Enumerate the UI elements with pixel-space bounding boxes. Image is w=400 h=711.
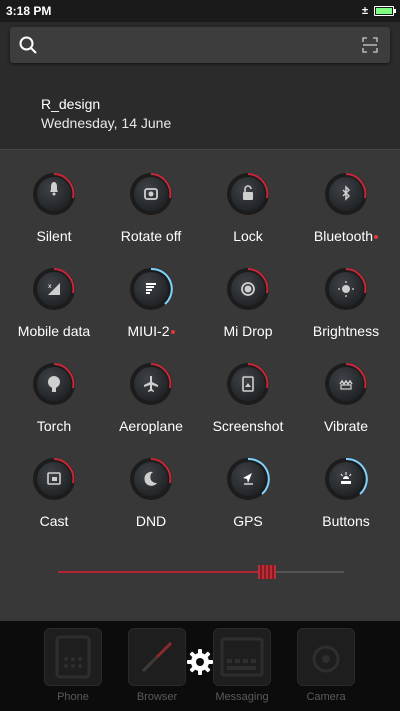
toggle-mobile-data[interactable]: x Mobile data: [4, 260, 104, 355]
notification-header: R_design Wednesday, 14 June: [0, 22, 400, 149]
toggle-label: GPS: [233, 513, 263, 529]
toggle-knob[interactable]: [129, 457, 173, 501]
dock-app-label: Browser: [136, 691, 178, 703]
toggle-knob[interactable]: [226, 172, 270, 216]
toggle-aeroplane[interactable]: Aeroplane: [101, 355, 201, 450]
toggle-knob[interactable]: [226, 457, 270, 501]
toggle-knob[interactable]: [226, 267, 270, 311]
toggle-label-text: MIUI-2: [127, 323, 170, 339]
toggle-vibrate[interactable]: Vibrate: [296, 355, 396, 450]
search-bar[interactable]: [10, 27, 390, 63]
toggle-label-text: Bluetooth: [313, 228, 374, 244]
dock-app-label: Phone: [57, 691, 89, 703]
dock-app-browser[interactable]: Browser: [122, 628, 192, 708]
toggle-torch[interactable]: Torch: [4, 355, 104, 450]
toggle-knob[interactable]: [32, 457, 76, 501]
toggle-label: Aeroplane: [119, 418, 183, 434]
status-bar: 3:18 PM ±: [0, 0, 400, 22]
notification-dot: [170, 330, 175, 335]
scan-icon[interactable]: [362, 37, 378, 53]
toggle-label-text: Mi Drop: [223, 323, 273, 339]
quick-settings-panel: Silent Rotate off Lock Bluetooth x Mobil…: [0, 149, 400, 622]
current-date: Wednesday, 14 June: [41, 115, 172, 131]
battery-icon: [374, 6, 396, 16]
toggle-label: Screenshot: [213, 418, 284, 434]
brightness-slider[interactable]: [58, 565, 344, 579]
toggle-label: Mi Drop: [223, 323, 272, 339]
toggle-silent[interactable]: Silent: [4, 165, 104, 260]
toggle-label: Bluetooth: [313, 228, 379, 244]
camera-icon[interactable]: [297, 628, 355, 686]
toggle-label-text: Torch: [36, 418, 72, 434]
toggle-gps[interactable]: GPS: [198, 450, 298, 545]
toggle-label-text: Mobile data: [17, 323, 91, 339]
toggle-mi-drop[interactable]: Mi Drop: [198, 260, 298, 355]
gear-icon[interactable]: [186, 648, 214, 676]
toggle-knob[interactable]: [226, 362, 270, 406]
toggle-rotate-off[interactable]: Rotate off: [101, 165, 201, 260]
toggle-label-text: Brightness: [312, 323, 380, 339]
toggle-screenshot[interactable]: Screenshot: [198, 355, 298, 450]
toggle-label-text: GPS: [233, 513, 263, 529]
dock-app-label: Messaging: [215, 691, 269, 703]
toggle-label-text: DND: [135, 513, 167, 529]
toggle-knob[interactable]: [129, 362, 173, 406]
toggle-knob[interactable]: [129, 172, 173, 216]
compass-icon[interactable]: [128, 628, 186, 686]
toggle-brightness[interactable]: Brightness: [296, 260, 396, 355]
toggle-label-text: Cast: [39, 513, 69, 529]
dock-app-camera[interactable]: Camera: [291, 628, 361, 708]
data-transfer-icon: ±: [361, 5, 368, 17]
toggle-label-text: Rotate off: [120, 228, 182, 244]
toggle-knob[interactable]: [32, 172, 76, 216]
slider-fill: [58, 571, 267, 573]
toggle-label: MIUI-2: [128, 323, 175, 339]
toggle-bluetooth[interactable]: Bluetooth: [296, 165, 396, 260]
toggle-label: DND: [136, 513, 166, 529]
toggle-label: Vibrate: [324, 418, 368, 434]
toggle-label: Cast: [40, 513, 69, 529]
dock-app-messaging[interactable]: Messaging: [207, 628, 277, 708]
toggle-lock[interactable]: Lock: [198, 165, 298, 260]
keyboard-icon[interactable]: [213, 628, 271, 686]
toggle-knob[interactable]: [324, 267, 368, 311]
phone-icon[interactable]: [44, 628, 102, 686]
svg-text:x: x: [48, 283, 52, 290]
toggle-label: Torch: [37, 418, 71, 434]
toggle-knob[interactable]: [324, 172, 368, 216]
status-time: 3:18 PM: [6, 4, 52, 18]
search-input[interactable]: [46, 33, 350, 59]
dock-app-label: Camera: [306, 691, 346, 703]
toggle-label-text: Aeroplane: [119, 418, 183, 434]
toggle-knob[interactable]: [129, 267, 173, 311]
toggle-cast[interactable]: Cast: [4, 450, 104, 545]
toggle-knob[interactable]: [324, 457, 368, 501]
notification-dot: [374, 235, 379, 240]
toggle-label: Rotate off: [121, 228, 181, 244]
toggle-label-text: Screenshot: [212, 418, 284, 434]
toggle-knob[interactable]: x: [32, 267, 76, 311]
toggle-dnd[interactable]: DND: [101, 450, 201, 545]
toggle-miui-2[interactable]: MIUI-2: [101, 260, 201, 355]
status-icons: ±: [361, 5, 396, 17]
toggle-label-text: Lock: [233, 228, 263, 244]
toggle-label: Buttons: [322, 513, 369, 529]
toggle-label-text: Silent: [36, 228, 72, 244]
toggle-label-text: Vibrate: [323, 418, 369, 434]
slider-thumb[interactable]: [257, 565, 276, 579]
toggle-label-text: Buttons: [322, 513, 370, 529]
toggle-label: Mobile data: [18, 323, 90, 339]
toggle-label: Lock: [233, 228, 263, 244]
toggle-knob[interactable]: [324, 362, 368, 406]
user-name: R_design: [41, 96, 101, 112]
dock-app-phone[interactable]: Phone: [38, 628, 108, 708]
toggle-label: Brightness: [313, 323, 379, 339]
search-icon[interactable]: [18, 35, 38, 55]
toggle-label: Silent: [36, 228, 71, 244]
toggle-knob[interactable]: [32, 362, 76, 406]
home-dock: Phone Browser Messaging Camera: [0, 621, 400, 711]
toggle-buttons[interactable]: Buttons: [296, 450, 396, 545]
